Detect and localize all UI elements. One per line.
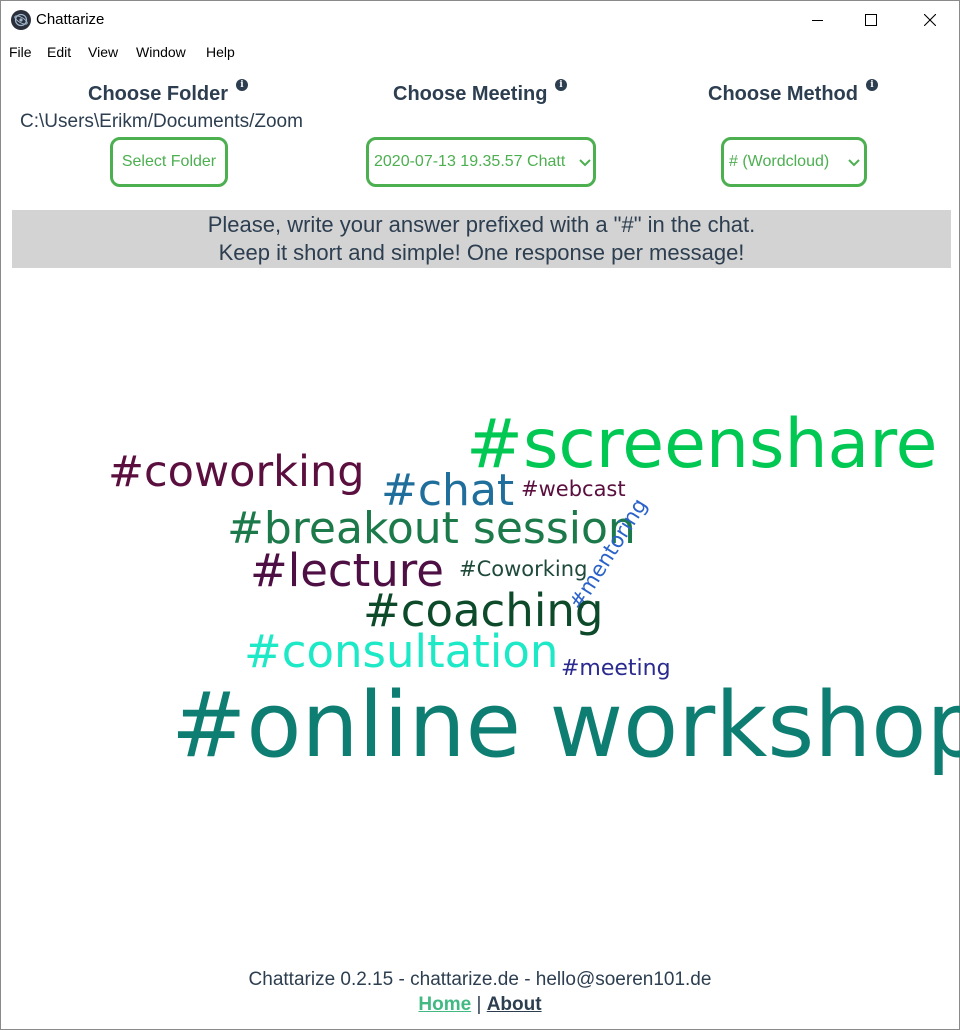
title-bar[interactable]: Chattarize <box>1 1 959 39</box>
method-select-value: # (Wordcloud) <box>729 153 830 170</box>
choose-method-title: Choose Method <box>708 83 858 105</box>
window-title: Chattarize <box>36 11 105 28</box>
choose-meeting-title: Choose Meeting <box>393 83 548 105</box>
meeting-info-icon[interactable]: i <box>555 79 567 91</box>
footer-info: Chattarize 0.2.15 - chattarize.de - hell… <box>248 969 712 990</box>
select-folder-button[interactable]: Select Folder <box>110 137 228 187</box>
menu-edit[interactable]: Edit <box>47 44 71 60</box>
wordcloud-word: #consultation <box>244 625 559 678</box>
maximize-icon <box>865 14 877 26</box>
select-folder-label: Select Folder <box>121 153 217 170</box>
wordcloud-word: #webcast <box>521 477 626 501</box>
folder-path-text: C:\Users\Erikm/Documents/Zoom <box>20 111 303 132</box>
choose-folder-title: Choose Folder <box>88 83 229 105</box>
meeting-select[interactable]: 2020-07-13 19.35.57 Chatt <box>366 137 596 187</box>
close-button[interactable] <box>907 1 953 39</box>
wordcloud: #screenshare #coworking #chat #webcast #… <box>1 271 960 951</box>
menu-window[interactable]: Window <box>136 44 186 60</box>
link-separator: | <box>471 994 487 1015</box>
instruction-banner: Please, write your answer prefixed with … <box>12 210 951 268</box>
wordcloud-word: #online workshop <box>171 673 960 778</box>
footer-links: Home | About <box>1 994 959 1016</box>
menu-view[interactable]: View <box>88 44 118 60</box>
folder-info-icon[interactable]: i <box>236 79 248 91</box>
instruction-line-1: Please, write your answer prefixed with … <box>207 212 756 237</box>
app-window: Chattarize File Edit View Window Help Ch… <box>0 0 960 1030</box>
menu-file[interactable]: File <box>9 44 32 60</box>
wordcloud-word: #coworking <box>108 447 365 497</box>
method-select[interactable]: # (Wordcloud) <box>721 137 867 187</box>
home-link[interactable]: Home <box>418 994 471 1015</box>
wordcloud-word: #screenshare <box>466 405 938 484</box>
about-link[interactable]: About <box>487 994 542 1015</box>
close-icon <box>924 14 936 26</box>
chevron-down-icon <box>848 159 860 167</box>
meeting-select-value: 2020-07-13 19.35.57 Chatt <box>374 153 566 170</box>
method-info-icon[interactable]: i <box>866 79 878 91</box>
maximize-button[interactable] <box>848 1 894 39</box>
menu-bar: File Edit View Window Help <box>1 39 959 65</box>
chevron-down-icon <box>579 159 591 167</box>
instruction-line-2: Keep it short and simple! One response p… <box>218 240 745 265</box>
menu-help[interactable]: Help <box>206 44 235 60</box>
minimize-button[interactable] <box>795 1 841 39</box>
wordcloud-word: #Coworking <box>459 557 588 581</box>
minimize-icon <box>812 20 823 21</box>
app-logo-icon <box>11 10 31 30</box>
